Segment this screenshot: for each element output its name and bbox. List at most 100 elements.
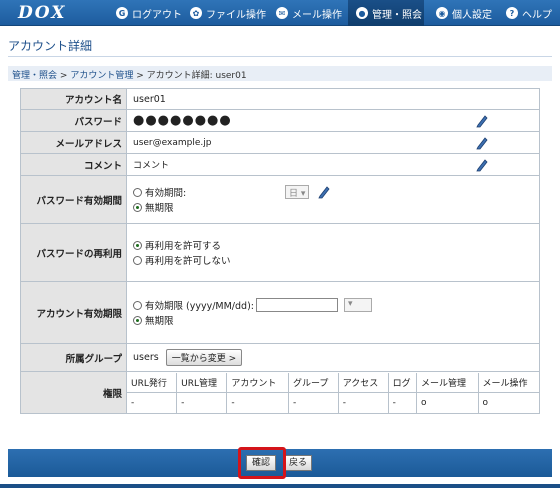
password-reuse-cell: 再利用を許可する 再利用を許可しない (126, 223, 540, 282)
app-logo: DOX (18, 3, 67, 23)
perm-header-access: アクセス (337, 372, 389, 393)
edit-password-pencil-icon[interactable] (475, 114, 489, 128)
breadcrumb-separator: > (59, 71, 68, 81)
row-password: パスワード ●●●●●●●● (20, 109, 540, 132)
perm-value-mail-management: o (415, 392, 478, 413)
nav-file-operations-label: ファイル操作 (206, 9, 266, 21)
nav-personal-settings[interactable]: ◉ 個人設定 (436, 0, 492, 26)
group-cell: users 一覧から変更 > (126, 343, 540, 372)
permissions-table: URL発行 URL管理 アカウント グループ アクセス ログ メール管理 メール… (127, 372, 539, 413)
password-reuse-allow-text: 再利用を許可する (145, 241, 222, 252)
breadcrumb-admin-link[interactable]: 管理・照会 (12, 71, 57, 81)
perm-header-account: アカウント (226, 372, 289, 393)
perm-header-url-issue: URL発行 (127, 372, 177, 393)
back-button[interactable]: 戻る (284, 455, 312, 471)
row-permissions: 権限 URL発行 URL管理 アカウント グループ アクセス ログ メール管理 … (20, 371, 540, 414)
nav-mail-operations-label: メール操作 (292, 9, 342, 21)
perm-value-url-issue: - (131, 397, 135, 408)
password-cell: ●●●●●●●● (126, 109, 540, 132)
nav-mail-operations[interactable]: ✉ メール操作 (276, 0, 342, 26)
password-reuse-deny-text: 再利用を許可しない (145, 256, 231, 267)
help-icon: ? (506, 7, 518, 19)
breadcrumb-current: > アカウント詳細: user01 (136, 71, 247, 81)
perm-value-group: - (287, 392, 339, 413)
password-expiry-cell: 有効期間: 日 ▾ 無期限 (126, 175, 540, 224)
perm-value-url-management: - (176, 392, 227, 413)
nav-help-label: ヘルプ (522, 9, 552, 21)
permissions-value-row: - - - - - - o o (127, 392, 539, 413)
account-expiry-date-picker[interactable]: ▾ (343, 298, 372, 312)
row-password-reuse: パスワードの再利用 再利用を許可する 再利用を許可しない (20, 223, 540, 282)
breadcrumb: 管理・照会 > アカウント管理 > アカウント詳細: user01 (8, 66, 552, 81)
perm-header-mail-management: メール管理 (415, 372, 478, 393)
password-reuse-deny-radio[interactable] (133, 255, 142, 265)
perm-value-access: - (337, 392, 389, 413)
perm-value-account: - (226, 392, 289, 413)
nav-personal-settings-label: 個人設定 (452, 9, 492, 21)
edit-comment-pencil-icon[interactable] (475, 158, 489, 172)
change-group-button[interactable]: 一覧から変更 > (165, 349, 243, 366)
password-label: パスワード (20, 109, 127, 132)
perm-value-mail-operation: o (477, 392, 539, 413)
nav-admin[interactable]: ● 管理・照会 (348, 0, 424, 26)
logout-icon: G (116, 7, 128, 19)
account-expiry-date-text: 有効期限 (yyyy/MM/dd): (145, 301, 254, 312)
mail-icon: ✉ (276, 7, 288, 19)
email-value: user@example.jp (133, 138, 212, 148)
password-value: ●●●●●●●● (133, 113, 232, 128)
perm-header-log: ログ (387, 372, 417, 393)
email-label: メールアドレス (20, 131, 127, 154)
nav-help[interactable]: ? ヘルプ (506, 0, 552, 26)
account-expiry-unlimited-radio[interactable] (133, 315, 142, 325)
permissions-header-row: URL発行 URL管理 アカウント グループ アクセス ログ メール管理 メール… (127, 372, 539, 393)
account-name-label: アカウント名 (20, 88, 127, 110)
password-expiry-unlimited-text: 無期限 (145, 203, 174, 214)
account-expiry-date-radio[interactable] (133, 300, 142, 310)
edit-password-expiry-pencil-icon[interactable] (317, 185, 331, 199)
admin-icon: ● (356, 7, 368, 19)
comment-cell: コメント (126, 153, 540, 176)
nav-admin-label: 管理・照会 (372, 9, 422, 21)
file-operations-icon: ✿ (190, 7, 202, 19)
comment-value: コメント (133, 161, 170, 171)
row-group: 所属グループ users 一覧から変更 > (20, 343, 540, 372)
group-label: 所属グループ (20, 343, 127, 372)
password-expiry-unit-value: 日 (289, 189, 299, 199)
account-name-value: user01 (126, 88, 540, 110)
password-reuse-allow-radio[interactable] (133, 240, 142, 250)
account-expiry-unlimited-text: 無期限 (145, 316, 174, 327)
row-comment: コメント コメント (20, 153, 540, 176)
account-detail-form: アカウント名 user01 パスワード ●●●●●●●● メールアドレス use… (20, 88, 540, 414)
breadcrumb-account-management-link[interactable]: アカウント管理 (70, 71, 133, 81)
page-title: アカウント詳細 (8, 39, 93, 53)
title-divider (8, 56, 552, 57)
password-expiry-unlimited-radio[interactable] (133, 202, 142, 212)
nav-logout-label: ログアウト (132, 9, 182, 21)
row-account-name: アカウント名 user01 (20, 88, 540, 110)
edit-email-pencil-icon[interactable] (475, 136, 489, 150)
bottom-border (0, 484, 560, 488)
confirm-button-highlight (238, 447, 286, 479)
perm-header-mail-operation: メール操作 (477, 372, 539, 393)
user-settings-icon: ◉ (436, 7, 448, 19)
row-password-expiry: パスワード有効期間 有効期間: 日 ▾ 無期限 (20, 175, 540, 224)
comment-label: コメント (20, 153, 127, 176)
nav-file-operations[interactable]: ✿ ファイル操作 (190, 0, 266, 26)
permissions-cell: URL発行 URL管理 アカウント グループ アクセス ログ メール管理 メール… (126, 371, 540, 414)
permissions-label: 権限 (20, 371, 127, 414)
password-expiry-period-radio[interactable] (133, 187, 142, 197)
account-expiry-date-input[interactable] (255, 298, 338, 312)
perm-header-group: グループ (287, 372, 339, 393)
group-value: users (133, 352, 159, 363)
perm-value-log: - (387, 392, 417, 413)
email-cell: user@example.jp (126, 131, 540, 154)
perm-header-url-management: URL管理 (176, 372, 227, 393)
row-email: メールアドレス user@example.jp (20, 131, 540, 154)
password-expiry-period-text: 有効期間: (145, 188, 187, 199)
password-expiry-unit-select[interactable]: 日 ▾ (285, 185, 310, 199)
account-expiry-cell: 有効期限 (yyyy/MM/dd): ▾ 無期限 (126, 281, 540, 344)
password-reuse-label: パスワードの再利用 (20, 223, 127, 282)
password-expiry-label: パスワード有効期間 (20, 175, 127, 224)
nav-logout[interactable]: G ログアウト (116, 0, 182, 26)
row-account-expiry: アカウント有効期限 有効期限 (yyyy/MM/dd): ▾ 無期限 (20, 281, 540, 344)
